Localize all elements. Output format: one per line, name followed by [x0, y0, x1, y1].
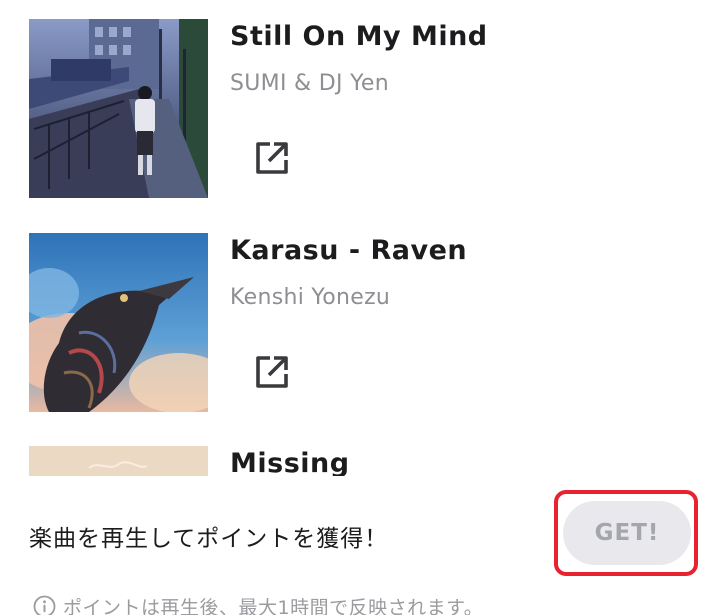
- album-art[interactable]: [29, 446, 208, 476]
- open-external-icon[interactable]: [253, 353, 291, 391]
- track-item[interactable]: Missing: [29, 446, 689, 476]
- track-artist: Kenshi Yonezu: [230, 285, 391, 310]
- album-art[interactable]: [29, 233, 208, 412]
- track-title: Missing: [230, 448, 350, 476]
- track-list: Still On My Mind SUMI & DJ Yen Karasu - …: [0, 0, 720, 476]
- open-external-icon[interactable]: [253, 139, 291, 177]
- info-circle-icon: [33, 595, 56, 615]
- track-title: Still On My Mind: [230, 21, 488, 52]
- track-item[interactable]: Karasu - Raven Kenshi Yonezu: [29, 233, 689, 413]
- track-item[interactable]: Still On My Mind SUMI & DJ Yen: [29, 19, 689, 199]
- album-art[interactable]: [29, 19, 208, 198]
- track-title: Karasu - Raven: [230, 235, 468, 266]
- track-artist: SUMI & DJ Yen: [230, 71, 389, 96]
- points-note: ポイントは再生後、最大1時間で反映されます。: [33, 593, 483, 615]
- note-text: ポイントは再生後、最大1時間で反映されます。: [63, 597, 484, 615]
- points-bar: 楽曲を再生してポイントを獲得！ GET! ポイントは再生後、最大1時間で反映され…: [0, 476, 720, 615]
- promo-text: 楽曲を再生してポイントを獲得！: [29, 526, 389, 552]
- get-button[interactable]: GET!: [563, 501, 691, 565]
